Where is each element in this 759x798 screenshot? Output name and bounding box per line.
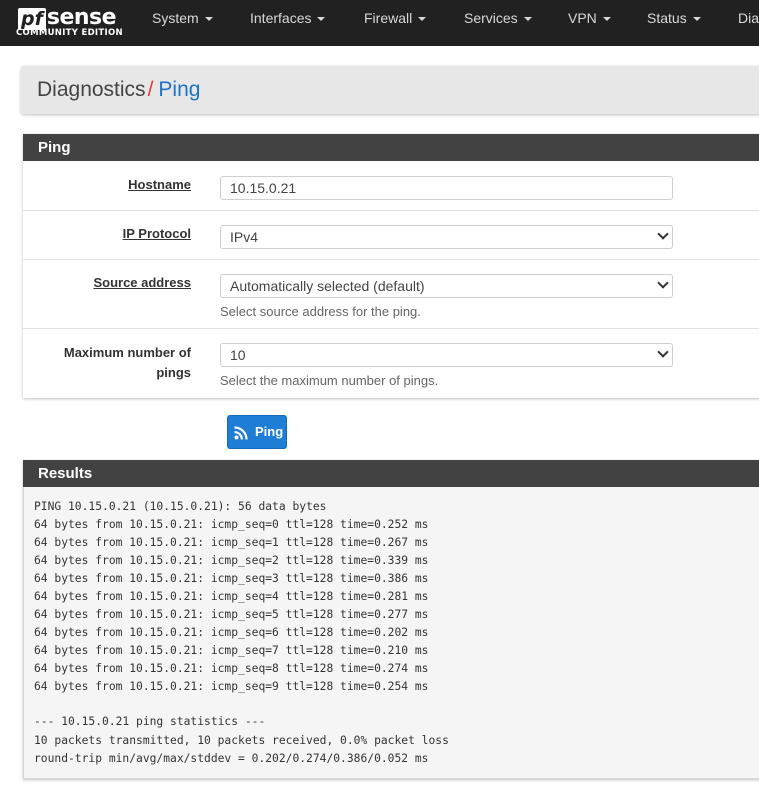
output-line: 10 packets transmitted, 10 packets recei… bbox=[34, 734, 449, 747]
ip-protocol-label: IP Protocol bbox=[122, 226, 191, 241]
rss-icon bbox=[234, 426, 248, 440]
nav-label: Interfaces bbox=[250, 10, 312, 26]
output-line: 64 bytes from 10.15.0.21: icmp_seq=1 ttl… bbox=[34, 536, 429, 549]
output-line: 64 bytes from 10.15.0.21: icmp_seq=7 ttl… bbox=[34, 644, 429, 657]
hostname-row: Hostname 10.15.0.21 bbox=[23, 161, 759, 211]
results-output[interactable]: PING 10.15.0.21 (10.15.0.21): 56 data by… bbox=[23, 487, 759, 779]
output-line: 64 bytes from 10.15.0.21: icmp_seq=0 ttl… bbox=[34, 518, 429, 531]
max-pings-label-line2: pings bbox=[156, 365, 191, 380]
results-title: Results bbox=[23, 460, 759, 487]
output-line: 64 bytes from 10.15.0.21: icmp_seq=4 ttl… bbox=[34, 590, 429, 603]
logo-sense: sense bbox=[46, 5, 117, 30]
chevron-down-icon bbox=[657, 346, 669, 358]
panel-title: Ping bbox=[23, 134, 759, 161]
caret-down-icon bbox=[317, 17, 326, 21]
max-pings-label-line1: Maximum number of bbox=[63, 345, 191, 360]
source-address-select[interactable]: Automatically selected (default) bbox=[220, 274, 673, 298]
output-line: --- 10.15.0.21 ping statistics --- bbox=[34, 715, 266, 728]
caret-down-icon bbox=[204, 17, 213, 21]
max-pings-help: Select the maximum number of pings. bbox=[220, 373, 439, 388]
max-pings-value: 10 bbox=[230, 347, 246, 363]
hostname-label: Hostname bbox=[128, 177, 191, 192]
nav-label: Firewall bbox=[364, 10, 413, 26]
chevron-down-icon bbox=[657, 277, 669, 289]
source-address-row: Source address Automatically selected (d… bbox=[23, 260, 759, 329]
ping-button-label: Ping bbox=[255, 424, 284, 439]
breadcrumb-parent: Diagnostics bbox=[37, 78, 146, 101]
results-panel: Results PING 10.15.0.21 (10.15.0.21): 56… bbox=[23, 460, 759, 779]
output-line: 64 bytes from 10.15.0.21: icmp_seq=6 ttl… bbox=[34, 626, 429, 639]
nav-label: Status bbox=[647, 10, 687, 26]
breadcrumb-current[interactable]: Ping bbox=[158, 78, 200, 101]
nav-label: System bbox=[152, 10, 199, 26]
nav-label: Dia bbox=[738, 10, 759, 26]
nav-services[interactable]: Services bbox=[464, 0, 532, 46]
nav-interfaces[interactable]: Interfaces bbox=[250, 0, 326, 46]
ip-protocol-select[interactable]: IPv4 bbox=[220, 225, 673, 249]
caret-down-icon bbox=[418, 17, 427, 21]
ip-protocol-value: IPv4 bbox=[230, 229, 259, 245]
source-address-help: Select source address for the ping. bbox=[220, 304, 421, 319]
top-navbar: pf sense COMMUNITY EDITION System Interfa… bbox=[0, 0, 759, 46]
nav-label: Services bbox=[464, 10, 518, 26]
output-line: 64 bytes from 10.15.0.21: icmp_seq=8 ttl… bbox=[34, 662, 429, 675]
output-line: 64 bytes from 10.15.0.21: icmp_seq=5 ttl… bbox=[34, 608, 429, 621]
logo-wordmark: pf sense bbox=[18, 4, 117, 30]
output-line: round-trip min/avg/max/stddev = 0.202/0.… bbox=[34, 752, 429, 765]
nav-status[interactable]: Status bbox=[647, 0, 701, 46]
nav-diagnostics[interactable]: Dia bbox=[738, 0, 759, 46]
source-address-label: Source address bbox=[93, 275, 191, 290]
logo-edition: COMMUNITY EDITION bbox=[16, 28, 123, 38]
pfsense-logo[interactable]: pf sense COMMUNITY EDITION bbox=[16, 4, 126, 40]
ping-panel: Ping Hostname 10.15.0.21 IP Protocol IPv… bbox=[23, 134, 759, 398]
output-line: 64 bytes from 10.15.0.21: icmp_seq=9 ttl… bbox=[34, 680, 429, 693]
max-pings-row: Maximum number of pings 10 Select the ma… bbox=[23, 329, 759, 398]
page-title: Diagnostics/Ping bbox=[37, 77, 200, 103]
caret-down-icon bbox=[602, 17, 611, 21]
output-line: 64 bytes from 10.15.0.21: icmp_seq=2 ttl… bbox=[34, 554, 429, 567]
max-pings-label: Maximum number of pings bbox=[31, 343, 191, 383]
nav-firewall[interactable]: Firewall bbox=[364, 0, 427, 46]
output-line: 64 bytes from 10.15.0.21: icmp_seq=3 ttl… bbox=[34, 572, 429, 585]
caret-down-icon bbox=[692, 17, 701, 21]
ping-button[interactable]: Ping bbox=[227, 415, 287, 449]
hostname-input[interactable]: 10.15.0.21 bbox=[220, 176, 673, 200]
nav-system[interactable]: System bbox=[152, 0, 213, 46]
breadcrumb: Diagnostics/Ping bbox=[21, 66, 759, 114]
caret-down-icon bbox=[523, 17, 532, 21]
nav-label: VPN bbox=[568, 10, 597, 26]
max-pings-select[interactable]: 10 bbox=[220, 343, 673, 367]
chevron-down-icon bbox=[657, 228, 669, 240]
output-line: PING 10.15.0.21 (10.15.0.21): 56 data by… bbox=[34, 500, 327, 513]
ip-protocol-row: IP Protocol IPv4 bbox=[23, 211, 759, 260]
source-address-value: Automatically selected (default) bbox=[230, 278, 425, 294]
breadcrumb-separator: / bbox=[147, 78, 154, 101]
logo-pf: pf bbox=[18, 8, 46, 30]
nav-vpn[interactable]: VPN bbox=[568, 0, 611, 46]
hostname-value: 10.15.0.21 bbox=[230, 180, 297, 196]
